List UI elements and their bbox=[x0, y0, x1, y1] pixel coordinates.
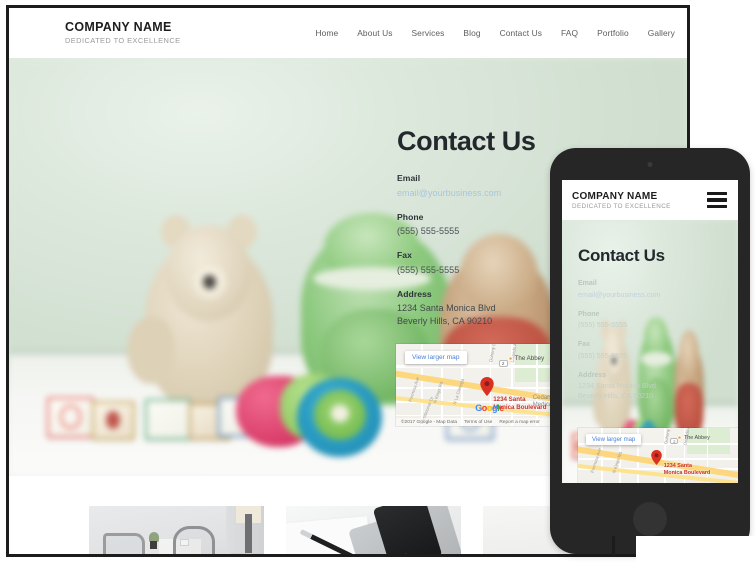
nav-item-about-us[interactable]: About Us bbox=[357, 28, 392, 38]
mobile-fax-label: Fax bbox=[578, 341, 591, 348]
mobile-map-container: Formosa Ave N Kings Rd Doheny Dr Orlando… bbox=[578, 428, 738, 483]
map-credit-report[interactable]: Report a map error bbox=[499, 420, 540, 425]
nav-item-home[interactable]: Home bbox=[316, 28, 339, 38]
logo-tagline: DEDICATED TO EXCELLENCE bbox=[65, 35, 181, 45]
nav-item-contact-us[interactable]: Contact Us bbox=[500, 28, 542, 38]
gallery-thumbnail-2[interactable] bbox=[286, 506, 461, 554]
mobile-contact-info-block: Contact Us Email email@yourbusiness.com … bbox=[578, 246, 726, 401]
map-credit-copyright: ©2017 Google - Map Data bbox=[401, 419, 458, 425]
nav-item-portfolio[interactable]: Portfolio bbox=[597, 28, 629, 38]
plush-bear-arm bbox=[126, 317, 175, 385]
mobile-map-pin-label-line2: Monica Boulevard bbox=[663, 470, 711, 477]
mobile-address-line-1: 1234 Santa Monica Blvd bbox=[578, 381, 656, 390]
mobile-address-line-2: Beverly Hills, CA 90210 bbox=[578, 391, 654, 400]
google-map-embed[interactable]: Formosa Ave N Kings Rd N La Cienega Dohe… bbox=[396, 344, 576, 426]
mobile-preview-device: COMPANY NAME DEDICATED TO EXCELLENCE Con… bbox=[550, 148, 750, 554]
frame-bottom-edge-segment bbox=[612, 536, 615, 557]
mobile-screen: COMPANY NAME DEDICATED TO EXCELLENCE Con… bbox=[562, 180, 738, 483]
map-location-pin-icon[interactable] bbox=[479, 376, 494, 396]
view-larger-map-button[interactable]: View larger map bbox=[405, 351, 467, 364]
nav-item-blog[interactable]: Blog bbox=[463, 28, 480, 38]
nav-item-services[interactable]: Services bbox=[412, 28, 445, 38]
gallery-thumbnail-1[interactable] bbox=[89, 506, 264, 554]
mobile-view-larger-map-button[interactable]: View larger map bbox=[586, 434, 642, 445]
mobile-fax-value: (555) 555-5555 bbox=[578, 350, 628, 360]
mobile-logo-tagline: DEDICATED TO EXCELLENCE bbox=[572, 202, 671, 210]
site-header: COMPANY NAME DEDICATED TO EXCELLENCE Hom… bbox=[9, 8, 687, 58]
mobile-hero-section: Contact Us Email email@yourbusiness.com … bbox=[562, 220, 738, 483]
home-button[interactable] bbox=[633, 502, 667, 536]
mobile-page-title: Contact Us bbox=[578, 246, 665, 265]
site-logo[interactable]: COMPANY NAME DEDICATED TO EXCELLENCE bbox=[65, 20, 181, 47]
mobile-email-value-link[interactable]: email@yourbusiness.com bbox=[578, 290, 726, 300]
logo-company-name: COMPANY NAME bbox=[65, 19, 172, 34]
mobile-map-location-pin-icon[interactable] bbox=[650, 449, 662, 465]
mobile-address-label: Address bbox=[578, 371, 607, 379]
mobile-phone-value: (555) 555-5555 bbox=[578, 320, 628, 329]
main-navigation: Home About Us Services Blog Contact Us F… bbox=[316, 28, 675, 38]
front-camera-icon bbox=[647, 162, 653, 167]
mobile-logo-company-name: COMPANY NAME bbox=[572, 190, 658, 202]
mobile-email-label: Email bbox=[578, 280, 597, 287]
mobile-map-pin-address-label: 1234 Santa Monica Boulevard bbox=[664, 463, 710, 477]
mobile-map-poi-marker-icon bbox=[677, 435, 682, 441]
map-poi-marker-icon bbox=[507, 356, 513, 362]
mobile-google-map-embed[interactable]: Formosa Ave N Kings Rd Doheny Dr Orlando… bbox=[578, 428, 738, 483]
map-highway-shield: 2 bbox=[498, 360, 508, 368]
map-poi-the-abbey[interactable]: The Abbey bbox=[507, 355, 545, 363]
mobile-site-logo[interactable]: COMPANY NAME DEDICATED TO EXCELLENCE bbox=[572, 191, 671, 210]
alphabet-block-3 bbox=[144, 398, 191, 441]
nav-item-gallery[interactable]: Gallery bbox=[648, 28, 675, 38]
background-mask-bottom-right bbox=[636, 536, 756, 587]
mobile-site-header: COMPANY NAME DEDICATED TO EXCELLENCE bbox=[562, 180, 738, 220]
screenshot-stage: COMPANY NAME DEDICATED TO EXCELLENCE Hom… bbox=[0, 0, 756, 587]
map-attribution-bar: ©2017 Google - Map Data Terms of Use Rep… bbox=[396, 418, 576, 426]
mobile-map-poi-label: The Abbey bbox=[684, 434, 710, 441]
plush-bear-nose bbox=[202, 274, 217, 289]
mobile-phone-label: Phone bbox=[578, 310, 600, 318]
map-credit-terms[interactable]: Terms of Use bbox=[464, 420, 492, 425]
alphabet-block-1 bbox=[46, 396, 95, 439]
map-poi-label: The Abbey bbox=[514, 355, 545, 363]
crochet-ball-core bbox=[331, 404, 349, 423]
nav-item-faq[interactable]: FAQ bbox=[561, 28, 578, 38]
alphabet-block-2 bbox=[91, 400, 136, 441]
google-logo: Google bbox=[475, 403, 504, 414]
hamburger-menu-icon[interactable] bbox=[707, 192, 727, 208]
mobile-map-poi-the-abbey[interactable]: The Abbey bbox=[677, 435, 710, 441]
